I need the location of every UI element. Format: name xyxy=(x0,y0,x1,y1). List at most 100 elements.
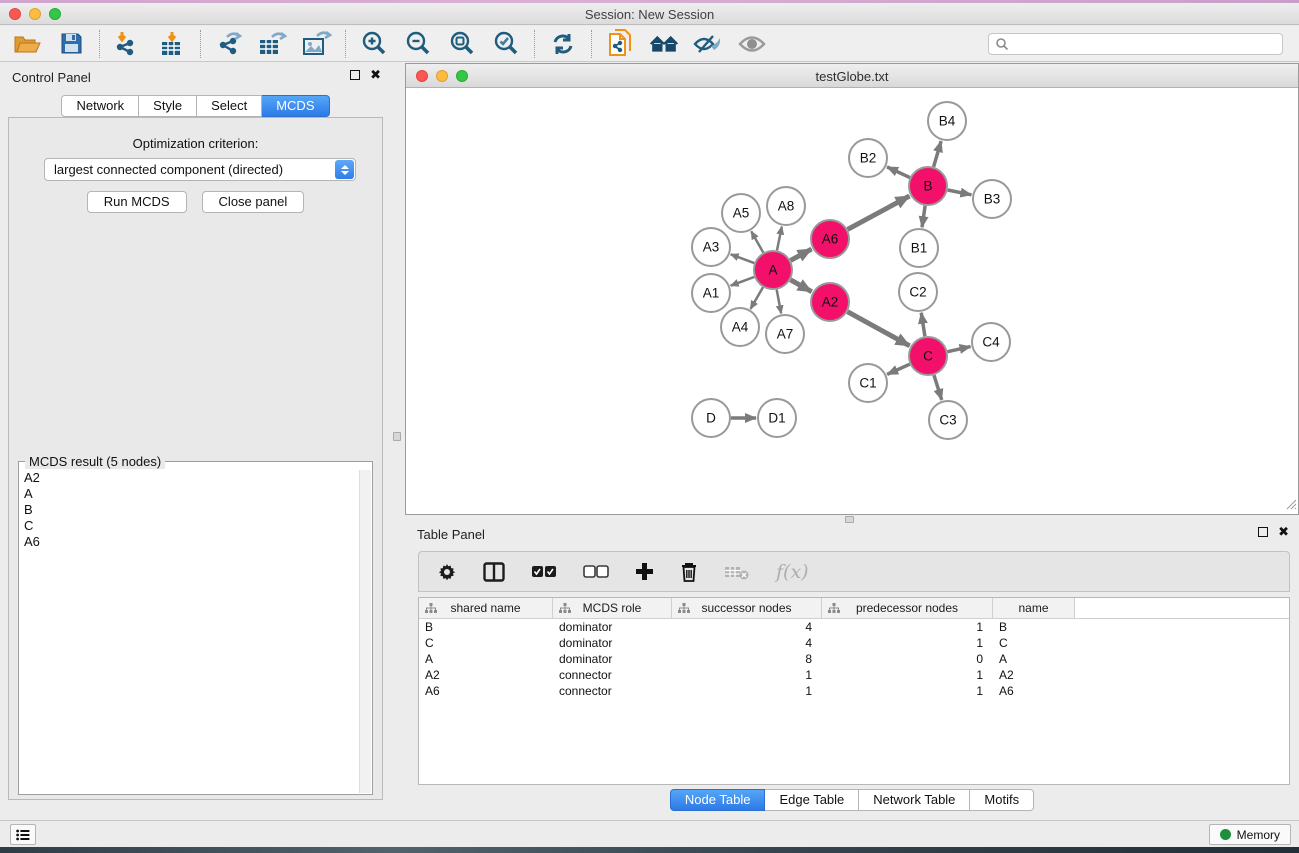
edge-A-A1[interactable] xyxy=(731,277,755,286)
edge-B-B2[interactable] xyxy=(887,167,910,178)
zoom-fit-button[interactable] xyxy=(447,30,477,58)
criterion-select[interactable]: largest connected component (directed) xyxy=(44,158,356,181)
edge-A-A6[interactable] xyxy=(791,249,812,260)
tab-network-table[interactable]: Network Table xyxy=(859,789,970,811)
cell-name[interactable]: B xyxy=(993,619,1075,635)
cell-successor-nodes[interactable]: 1 xyxy=(672,667,822,683)
column-header-successor-nodes[interactable]: successor nodes xyxy=(672,598,822,618)
tab-node-table[interactable]: Node Table xyxy=(670,789,766,811)
save-session-button[interactable] xyxy=(56,30,86,58)
cell-MCDS-role[interactable]: dominator xyxy=(553,619,672,635)
cell-predecessor-nodes[interactable]: 1 xyxy=(822,635,993,651)
refresh-layout-button[interactable] xyxy=(548,30,578,58)
cell-MCDS-role[interactable]: dominator xyxy=(553,635,672,651)
edge-A-A2[interactable] xyxy=(790,280,811,292)
delete-rows-trash-icon[interactable] xyxy=(680,562,698,582)
tab-mcds[interactable]: MCDS xyxy=(262,95,329,117)
table-settings-gear-icon[interactable] xyxy=(437,562,457,582)
node-C3[interactable]: C3 xyxy=(929,401,967,439)
mcds-result-list[interactable]: A2ABCA6 xyxy=(20,470,359,793)
import-table-button[interactable] xyxy=(157,30,187,58)
node-C4[interactable]: C4 xyxy=(972,323,1010,361)
float-table-panel-icon[interactable] xyxy=(1258,527,1268,537)
edge-A6-B[interactable] xyxy=(848,196,910,229)
cell-MCDS-role[interactable]: connector xyxy=(553,683,672,699)
node-A8[interactable]: A8 xyxy=(767,187,805,225)
float-panel-icon[interactable] xyxy=(350,70,360,80)
show-hide-annotations-button[interactable] xyxy=(693,30,723,58)
deselect-all-rows-icon[interactable] xyxy=(583,565,609,578)
mcds-result-item[interactable]: A6 xyxy=(20,534,359,550)
node-A4[interactable]: A4 xyxy=(721,308,759,346)
table-row[interactable]: A6connector11A6 xyxy=(419,683,1289,699)
node-B[interactable]: B xyxy=(909,167,947,205)
close-table-panel-icon[interactable]: ✖ xyxy=(1278,527,1289,537)
node-B2[interactable]: B2 xyxy=(849,139,887,177)
node-B1[interactable]: B1 xyxy=(900,229,938,267)
open-session-button[interactable] xyxy=(12,30,42,58)
node-C2[interactable]: C2 xyxy=(899,273,937,311)
column-header-name[interactable]: name xyxy=(993,598,1075,618)
mcds-result-item[interactable]: A2 xyxy=(20,470,359,486)
edge-A2-C[interactable] xyxy=(848,312,910,346)
edge-B-B1[interactable] xyxy=(922,206,925,227)
mcds-result-item[interactable]: B xyxy=(20,502,359,518)
panel-splitter-grip[interactable] xyxy=(393,432,401,441)
export-table-button[interactable] xyxy=(258,30,288,58)
cell-shared-name[interactable]: B xyxy=(419,619,553,635)
cell-predecessor-nodes[interactable]: 1 xyxy=(822,683,993,699)
memory-button[interactable]: Memory xyxy=(1209,824,1291,845)
cell-predecessor-nodes[interactable]: 1 xyxy=(822,667,993,683)
edge-C-C3[interactable] xyxy=(934,375,942,400)
cell-successor-nodes[interactable]: 1 xyxy=(672,683,822,699)
node-A7[interactable]: A7 xyxy=(766,315,804,353)
node-D[interactable]: D xyxy=(692,399,730,437)
export-image-button[interactable] xyxy=(302,30,332,58)
node-A6[interactable]: A6 xyxy=(811,220,849,258)
table-row[interactable]: Bdominator41B xyxy=(419,619,1289,635)
close-panel-button[interactable]: Close panel xyxy=(202,191,305,213)
close-panel-icon[interactable]: ✖ xyxy=(370,70,381,80)
table-row[interactable]: A2connector11A2 xyxy=(419,667,1289,683)
cell-shared-name[interactable]: A2 xyxy=(419,667,553,683)
cell-successor-nodes[interactable]: 8 xyxy=(672,651,822,667)
cell-name[interactable]: A2 xyxy=(993,667,1075,683)
edge-C-C4[interactable] xyxy=(948,347,971,352)
run-mcds-button[interactable]: Run MCDS xyxy=(87,191,187,213)
node-A3[interactable]: A3 xyxy=(692,228,730,266)
table-row[interactable]: Cdominator41C xyxy=(419,635,1289,651)
task-history-button[interactable] xyxy=(10,824,36,845)
node-A[interactable]: A xyxy=(754,251,792,289)
edge-C-C2[interactable] xyxy=(921,313,925,336)
zoom-in-button[interactable] xyxy=(359,30,389,58)
mcds-result-scrollbar[interactable] xyxy=(359,470,371,793)
import-network-button[interactable] xyxy=(113,30,143,58)
cell-predecessor-nodes[interactable]: 0 xyxy=(822,651,993,667)
zoom-out-button[interactable] xyxy=(403,30,433,58)
cell-MCDS-role[interactable]: dominator xyxy=(553,651,672,667)
edge-A-A8[interactable] xyxy=(777,227,782,251)
cell-shared-name[interactable]: C xyxy=(419,635,553,651)
node-B4[interactable]: B4 xyxy=(928,102,966,140)
tab-edge-table[interactable]: Edge Table xyxy=(765,789,859,811)
edge-B-B3[interactable] xyxy=(948,190,972,195)
cell-name[interactable]: A6 xyxy=(993,683,1075,699)
zoom-selected-button[interactable] xyxy=(491,30,521,58)
cell-shared-name[interactable]: A xyxy=(419,651,553,667)
window-resize-grip[interactable] xyxy=(1286,498,1297,513)
cell-successor-nodes[interactable]: 4 xyxy=(672,635,822,651)
export-network-button[interactable] xyxy=(214,30,244,58)
cell-shared-name[interactable]: A6 xyxy=(419,683,553,699)
cell-name[interactable]: A xyxy=(993,651,1075,667)
tab-style[interactable]: Style xyxy=(139,95,197,117)
edge-A-A3[interactable] xyxy=(731,254,755,263)
new-network-from-selection-button[interactable] xyxy=(605,30,635,58)
tab-network[interactable]: Network xyxy=(61,95,139,117)
select-all-rows-icon[interactable] xyxy=(531,565,557,578)
select-columns-icon[interactable] xyxy=(483,562,505,582)
column-header-shared-name[interactable]: shared name xyxy=(419,598,553,618)
table-row[interactable]: Adominator80A xyxy=(419,651,1289,667)
tab-select[interactable]: Select xyxy=(197,95,262,117)
tab-motifs[interactable]: Motifs xyxy=(970,789,1034,811)
cell-MCDS-role[interactable]: connector xyxy=(553,667,672,683)
